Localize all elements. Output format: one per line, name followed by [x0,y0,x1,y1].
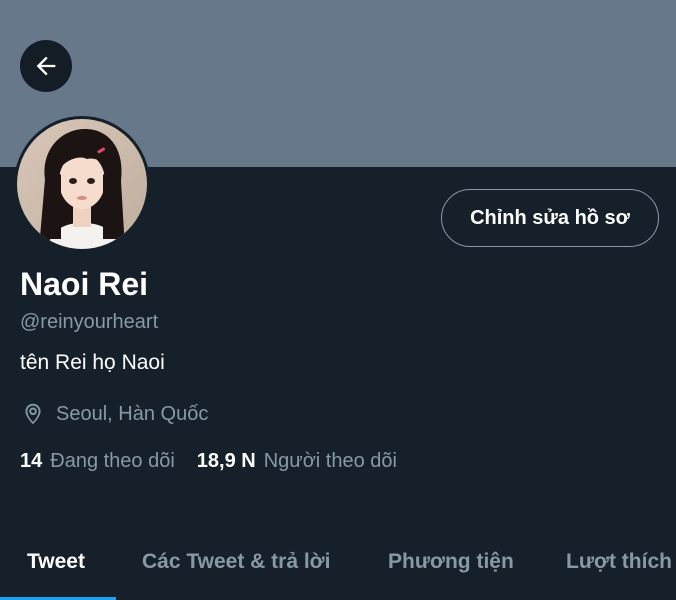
profile-location: Seoul, Hàn Quốc [20,400,208,428]
profile-avatar[interactable] [14,116,150,252]
back-button[interactable] [20,40,72,92]
tab-tweet[interactable]: Tweet [27,550,85,574]
arrow-left-icon [32,52,60,80]
edit-profile-button[interactable]: Chỉnh sửa hồ sơ [441,189,659,247]
profile-name: Naoi Rei [20,266,149,302]
followers-count: 18,9 N [196,450,256,472]
profile-stats: 14 Đang theo dõi 18,9 N Người theo dõi [20,450,419,473]
profile-handle: @reinyourheart [20,311,159,333]
avatar-photo [17,119,147,249]
following-label: Đang theo dõi [50,450,175,472]
profile-tabs: Tweet Các Tweet & trả lời Phương tiện Lư… [0,532,676,600]
location-pin-icon [20,401,46,427]
tab-media[interactable]: Phương tiện [388,550,514,574]
profile-bio: tên Rei họ Naoi [20,351,165,374]
followers-stat[interactable]: 18,9 N Người theo dõi [197,450,397,473]
followers-label: Người theo dõi [263,450,397,472]
following-stat[interactable]: 14 Đang theo dõi [20,450,175,473]
location-text: Seoul, Hàn Quốc [56,402,209,425]
tab-likes[interactable]: Lượt thích [566,550,672,574]
tab-tweets-and-replies[interactable]: Các Tweet & trả lời [142,550,330,574]
following-count: 14 [20,450,43,472]
